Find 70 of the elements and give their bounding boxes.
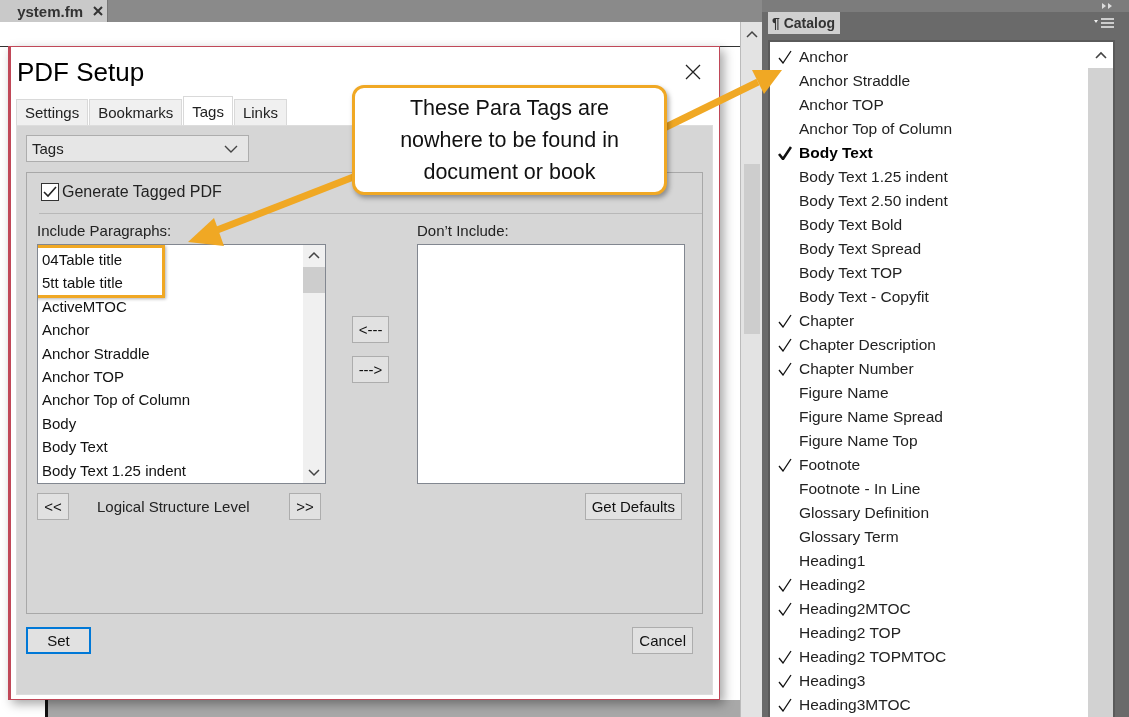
scroll-up-icon[interactable] xyxy=(1094,51,1107,59)
level-button[interactable]: >> xyxy=(289,492,321,520)
list-item[interactable]: Anchor Top of Column xyxy=(42,388,303,412)
list-item[interactable]: Body Text 1.25 indent xyxy=(42,458,303,482)
catalog-item[interactable]: Figure Name xyxy=(799,384,889,402)
tab[interactable]: Settings xyxy=(16,99,89,125)
close-icon[interactable] xyxy=(685,64,701,80)
list-item[interactable]: 5tt table title xyxy=(42,271,162,295)
list-item[interactable]: ActiveMTOC xyxy=(42,294,303,319)
catalog-item[interactable]: Body Text Bold xyxy=(799,216,903,234)
list-item[interactable]: Anchor TOP xyxy=(42,364,303,389)
callout-note: These Para Tags are nowhere to be found in document or book xyxy=(352,85,667,195)
level-label: Logical Structure Level xyxy=(97,497,251,515)
catalog-item[interactable]: Heading2MTOC xyxy=(799,600,911,618)
catalog-item[interactable]: Figure Name Spread xyxy=(799,408,943,426)
catalog-item[interactable]: Body Text 2.50 indent xyxy=(799,192,948,210)
catalog-item[interactable]: Heading3 xyxy=(799,672,866,690)
list-item[interactable]: Body Text xyxy=(42,435,303,459)
catalog-item[interactable]: Heading2 TOP xyxy=(799,624,901,642)
catalog-item[interactable]: Glossary Definition xyxy=(799,504,930,522)
level-button[interactable]: << xyxy=(37,492,69,520)
chevron-down-icon xyxy=(224,144,238,153)
catalog-item[interactable]: Heading1 xyxy=(799,552,866,570)
tab[interactable]: Links xyxy=(233,99,287,125)
catalog-item[interactable]: Body Text xyxy=(799,144,873,162)
list-label: Include Paragraphs: xyxy=(37,222,173,241)
list-item[interactable]: Anchor xyxy=(42,318,303,342)
expand-icon[interactable] xyxy=(1101,2,1113,10)
scrollbar[interactable] xyxy=(740,22,762,717)
catalog-item[interactable]: Figure Name Top xyxy=(799,432,918,450)
section-dropdown[interactable]: Tags xyxy=(26,135,249,162)
include-list[interactable]: 04Table title 5tt table title ActiveMTOC Anchor Anchor Straddle Anchor TOP Anchor Top of Column Body Body Text Body Text 1.25 indent xyxy=(37,244,326,484)
catalog-item[interactable]: Chapter Number xyxy=(799,360,914,378)
tab[interactable]: Bookmarks xyxy=(89,99,183,125)
panel-tab[interactable]: ¶ Catalog xyxy=(768,12,840,34)
list-item[interactable]: Anchor Straddle xyxy=(42,341,303,365)
catalog-item[interactable]: Body Text Spread xyxy=(799,240,922,258)
catalog-item[interactable]: Footnote xyxy=(799,456,861,474)
close-icon[interactable] xyxy=(93,6,103,16)
checkbox[interactable] xyxy=(41,183,59,201)
catalog-item[interactable]: Anchor TOP xyxy=(799,96,884,114)
catalog-item[interactable]: Footnote - In Line xyxy=(799,480,921,498)
catalog-item[interactable]: Body Text 1.25 indent xyxy=(799,168,948,186)
cancel-button[interactable]: Cancel xyxy=(632,627,693,654)
document-tab[interactable]: ystem.fm xyxy=(0,0,108,22)
catalog-item[interactable]: Heading3MTOC xyxy=(799,696,911,714)
scroll-up-icon[interactable] xyxy=(308,251,320,259)
catalog-item[interactable]: Glossary Term xyxy=(799,528,899,546)
scroll-down-icon[interactable] xyxy=(308,469,320,477)
checkbox-label: Generate Tagged PDF xyxy=(62,183,222,201)
move-button[interactable]: ---> xyxy=(352,356,389,383)
catalog-item[interactable]: Anchor xyxy=(799,48,849,66)
list-item[interactable]: Body xyxy=(42,411,303,436)
catalog-item[interactable]: Heading2 xyxy=(799,576,866,594)
catalog-item[interactable]: Body Text TOP xyxy=(799,264,903,282)
tab[interactable]: Tags xyxy=(183,96,233,125)
scroll-thumb[interactable] xyxy=(303,267,325,293)
menu-icon[interactable] xyxy=(1093,17,1115,29)
catalog-item[interactable]: Heading2 TOPMTOC xyxy=(799,648,947,666)
list-label: Don’t Include: xyxy=(417,222,510,241)
get-defaults-button[interactable]: Get Defaults xyxy=(584,492,682,520)
catalog-item[interactable]: Body Text - Copyfit xyxy=(799,288,929,306)
catalog-item[interactable]: Anchor Top of Column xyxy=(799,120,953,138)
move-button[interactable]: <--- xyxy=(352,316,389,343)
catalog-item[interactable]: Chapter Description xyxy=(799,336,936,354)
set-button[interactable]: Set xyxy=(26,627,91,654)
catalog-item[interactable]: Anchor Straddle xyxy=(799,72,911,90)
list-item[interactable]: 04Table title xyxy=(42,248,162,272)
catalog-item[interactable]: Chapter xyxy=(799,312,855,330)
dialog-title: PDF Setup xyxy=(17,56,145,88)
